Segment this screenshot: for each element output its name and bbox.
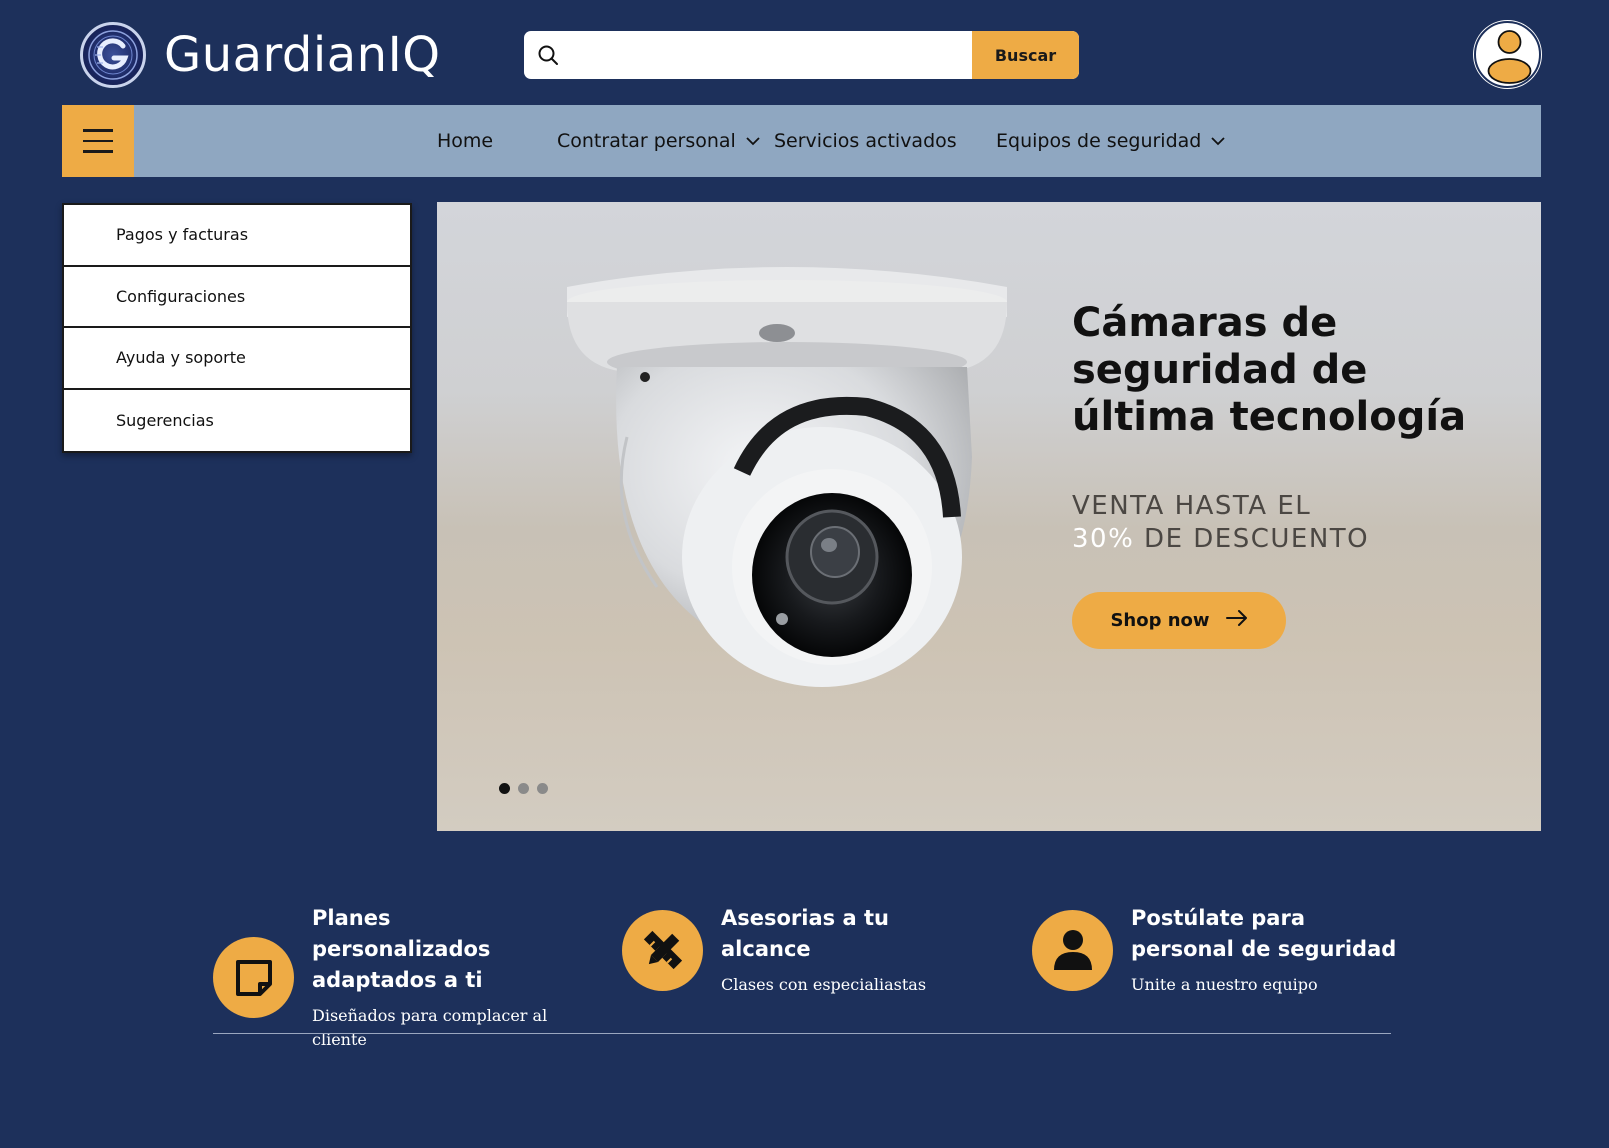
main-navbar: Home Contratar personal Servicios activa…: [62, 105, 1541, 177]
nav-home[interactable]: Home: [437, 105, 493, 177]
feature-desc: Unite a nuestro equipo: [1131, 975, 1318, 994]
hamburger-line: [83, 150, 113, 153]
nav-contratar-personal[interactable]: Contratar personal: [557, 105, 760, 177]
guardianiq-logo-icon: [80, 22, 146, 88]
hero-subtitle: VENTA HASTA EL 30% DE DESCUENTO: [1072, 490, 1369, 556]
menu-item-ayuda-soporte[interactable]: Ayuda y soporte: [64, 328, 410, 390]
pencil-ruler-icon: [622, 909, 703, 991]
person-icon: [1032, 909, 1113, 991]
feature-postulate: Postúlate para personal de seguridad Uni…: [1032, 903, 1401, 997]
menu-item-sugerencias[interactable]: Sugerencias: [64, 390, 410, 452]
user-avatar-icon: [1487, 30, 1532, 84]
arrow-right-icon: [1225, 610, 1248, 631]
menu-item-pagos-facturas[interactable]: Pagos y facturas: [64, 205, 410, 267]
search-button[interactable]: Buscar: [972, 31, 1079, 79]
carousel-dot[interactable]: [499, 783, 510, 794]
feature-desc: Clases con especialiastas: [721, 975, 927, 994]
menu-item-configuraciones[interactable]: Configuraciones: [64, 267, 410, 328]
hero-subtitle-line2: 30% DE DESCUENTO: [1072, 523, 1369, 556]
nav-contratar-label: Contratar personal: [557, 130, 736, 152]
hero-banner: Cámaras de seguridad de última tecnologí…: [437, 202, 1541, 831]
discount-percent: 30%: [1072, 524, 1135, 554]
feature-title: Planes personalizados adaptados a ti: [312, 906, 491, 992]
feature-title: Postúlate para personal de seguridad: [1131, 906, 1397, 961]
carousel-dot[interactable]: [537, 783, 548, 794]
chevron-down-icon: [746, 136, 760, 146]
nav-equipos-seguridad[interactable]: Equipos de seguridad: [996, 105, 1225, 177]
nav-home-label: Home: [437, 130, 494, 152]
nav-equipos-label: Equipos de seguridad: [996, 130, 1202, 152]
feature-asesorias: Asesorias a tu alcance Clases con especi…: [622, 903, 981, 997]
user-avatar-button[interactable]: [1474, 21, 1541, 88]
hero-title: Cámaras de seguridad de última tecnologí…: [1072, 300, 1467, 440]
section-divider: [213, 1033, 1391, 1034]
nav-servicios-activados[interactable]: Servicios activados: [774, 105, 957, 177]
feature-desc: Diseñados para complacer al cliente: [312, 1006, 548, 1049]
search-input[interactable]: [572, 31, 972, 79]
hero-subtitle-rest: DE DESCUENTO: [1134, 524, 1370, 554]
hamburger-line: [83, 139, 113, 143]
nav-servicios-label: Servicios activados: [774, 130, 957, 152]
brand-logo[interactable]: GuardianIQ: [80, 22, 441, 88]
carousel-dots: [499, 783, 548, 794]
shop-now-button[interactable]: Shop now: [1072, 592, 1286, 649]
search-bar: Buscar: [524, 31, 1079, 79]
note-icon: [213, 937, 294, 1018]
hamburger-menu-button[interactable]: [62, 105, 134, 177]
search-icon: [524, 31, 572, 79]
carousel-dot[interactable]: [518, 783, 529, 794]
chevron-down-icon: [1211, 136, 1225, 146]
hamburger-line: [83, 129, 113, 132]
brand-name: GuardianIQ: [164, 27, 441, 83]
shop-now-label: Shop now: [1110, 610, 1210, 631]
feature-title: Asesorias a tu alcance: [721, 906, 889, 961]
side-dropdown-menu: Pagos y facturas Configuraciones Ayuda y…: [62, 203, 412, 453]
feature-planes: Planes personalizados adaptados a ti Dis…: [213, 903, 572, 1052]
security-camera-image: [567, 267, 1007, 687]
hero-subtitle-line1: VENTA HASTA EL: [1072, 491, 1312, 521]
